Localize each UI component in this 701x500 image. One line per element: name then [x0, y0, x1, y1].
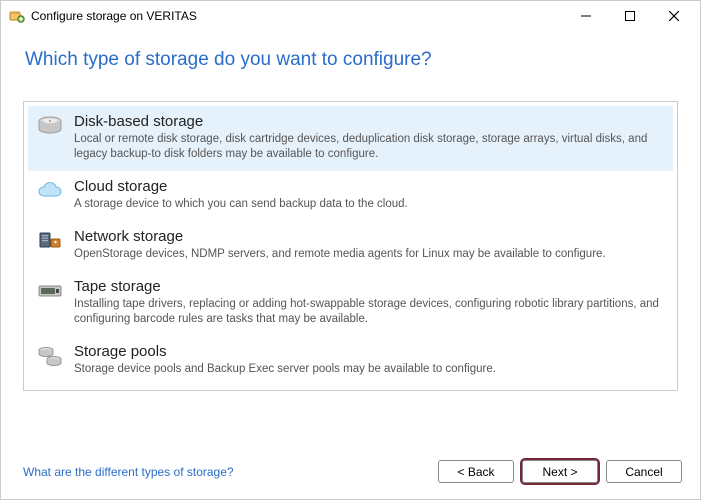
option-text: Storage pools Storage device pools and B…	[64, 343, 665, 377]
storage-options-list: Disk-based storage Local or remote disk …	[23, 101, 678, 391]
option-title: Tape storage	[74, 278, 665, 296]
wizard-content: Which type of storage do you want to con…	[1, 31, 700, 448]
page-heading: Which type of storage do you want to con…	[25, 49, 678, 71]
titlebar: Configure storage on VERITAS	[1, 1, 700, 31]
option-desc: Local or remote disk storage, disk cartr…	[74, 132, 665, 162]
option-tape-storage[interactable]: Tape storage Installing tape drivers, re…	[28, 271, 673, 336]
option-text: Network storage OpenStorage devices, NDM…	[64, 228, 665, 262]
option-text: Tape storage Installing tape drivers, re…	[64, 278, 665, 327]
cloud-icon	[36, 180, 64, 202]
option-text: Disk-based storage Local or remote disk …	[64, 113, 665, 162]
back-button[interactable]: < Back	[438, 460, 514, 483]
app-icon	[9, 8, 25, 24]
option-storage-pools[interactable]: Storage pools Storage device pools and B…	[28, 336, 673, 386]
help-link[interactable]: What are the different types of storage?	[23, 465, 234, 479]
close-button[interactable]	[652, 2, 696, 30]
option-desc: OpenStorage devices, NDMP servers, and r…	[74, 247, 665, 262]
disk-icon	[36, 115, 64, 137]
option-title: Disk-based storage	[74, 113, 665, 131]
option-disk-based-storage[interactable]: Disk-based storage Local or remote disk …	[28, 106, 673, 171]
option-title: Network storage	[74, 228, 665, 246]
tape-icon	[36, 280, 64, 302]
cancel-button[interactable]: Cancel	[606, 460, 682, 483]
option-desc: Installing tape drivers, replacing or ad…	[74, 297, 665, 327]
network-icon	[36, 230, 64, 252]
option-cloud-storage[interactable]: Cloud storage A storage device to which …	[28, 171, 673, 221]
option-title: Storage pools	[74, 343, 665, 361]
option-text: Cloud storage A storage device to which …	[64, 178, 665, 212]
next-button[interactable]: Next >	[522, 460, 598, 483]
option-desc: A storage device to which you can send b…	[74, 197, 665, 212]
minimize-button[interactable]	[564, 2, 608, 30]
option-network-storage[interactable]: Network storage OpenStorage devices, NDM…	[28, 221, 673, 271]
wizard-footer: What are the different types of storage?…	[1, 448, 700, 499]
maximize-button[interactable]	[608, 2, 652, 30]
option-desc: Storage device pools and Backup Exec ser…	[74, 362, 665, 377]
option-title: Cloud storage	[74, 178, 665, 196]
window-title: Configure storage on VERITAS	[31, 9, 564, 23]
pools-icon	[36, 345, 64, 369]
